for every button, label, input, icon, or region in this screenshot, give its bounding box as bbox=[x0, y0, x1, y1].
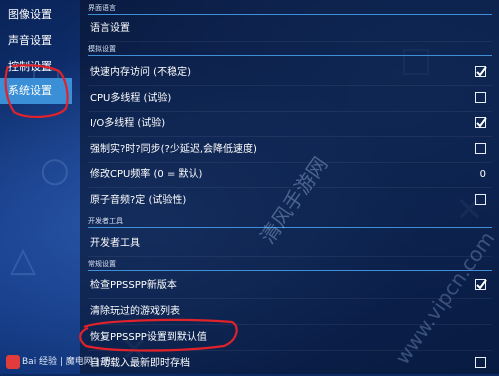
section-header-language: 界面语言 bbox=[88, 3, 492, 15]
sidebar-item-controls[interactable]: 控制设置 bbox=[0, 54, 72, 80]
logo-text: Bai 经验 | 魔电网 | 吧 bbox=[22, 357, 111, 367]
row-label: CPU多线程 (试验) bbox=[90, 93, 172, 104]
language-setting-row[interactable]: 语言设置 bbox=[88, 16, 492, 42]
auto-load-savestate-checkbox[interactable] bbox=[475, 357, 486, 368]
cpu-multithread-row[interactable]: CPU多线程 (试验) bbox=[88, 86, 492, 112]
developer-tools-row[interactable]: 开发者工具 bbox=[88, 231, 492, 257]
check-updates-checkbox[interactable] bbox=[475, 279, 487, 290]
sidebar-item-system[interactable]: 系统设置 bbox=[0, 78, 72, 104]
force-realtime-sync-checkbox[interactable] bbox=[475, 143, 486, 154]
fast-memory-row[interactable]: 快速内存访问 (不稳定) bbox=[88, 60, 492, 86]
section-header-emulation: 模拟设置 bbox=[88, 44, 492, 56]
io-multithread-checkbox[interactable] bbox=[475, 117, 487, 128]
baidu-jingyan-logo: Bai 经验 | 魔电网 | 吧 bbox=[6, 352, 111, 372]
sidebar-item-graphics[interactable]: 图像设置 bbox=[0, 2, 72, 28]
settings-sidebar: 图像设置 声音设置 控制设置 系统设置 bbox=[0, 0, 72, 374]
cpu-multithread-checkbox[interactable] bbox=[475, 92, 486, 103]
row-label: I/O多线程 (试验) bbox=[90, 118, 166, 129]
row-label: 语言设置 bbox=[90, 23, 130, 34]
row-label: 清除玩过的游戏列表 bbox=[90, 306, 180, 317]
auto-load-savestate-row[interactable]: 自动载入最新即时存档 bbox=[88, 351, 492, 376]
row-label: 强制实?时?同步(?少延迟,会降低速度) bbox=[90, 144, 257, 155]
paw-icon bbox=[6, 354, 20, 369]
row-label: 开发者工具 bbox=[90, 238, 140, 249]
row-label: 恢复PPSSPP设置到默认值 bbox=[90, 332, 207, 343]
fast-memory-checkbox[interactable] bbox=[475, 66, 487, 77]
io-multithread-row[interactable]: I/O多线程 (试验) bbox=[88, 111, 492, 137]
row-label: 检查PPSSPP新版本 bbox=[90, 280, 177, 291]
force-realtime-sync-row[interactable]: 强制实?时?同步(?少延迟,会降低速度) bbox=[88, 137, 492, 163]
row-label: 修改CPU频率 (0 = 默认) bbox=[90, 169, 203, 180]
row-label: 原子音频?定 (试验性) bbox=[90, 195, 187, 206]
cpu-clock-value: 0 bbox=[479, 169, 486, 180]
atomic-audio-lock-checkbox[interactable] bbox=[475, 194, 486, 205]
section-header-general: 常规设置 bbox=[88, 259, 492, 271]
sidebar-item-audio[interactable]: 声音设置 bbox=[0, 28, 72, 54]
row-label: 快速内存访问 (不稳定) bbox=[90, 67, 191, 78]
